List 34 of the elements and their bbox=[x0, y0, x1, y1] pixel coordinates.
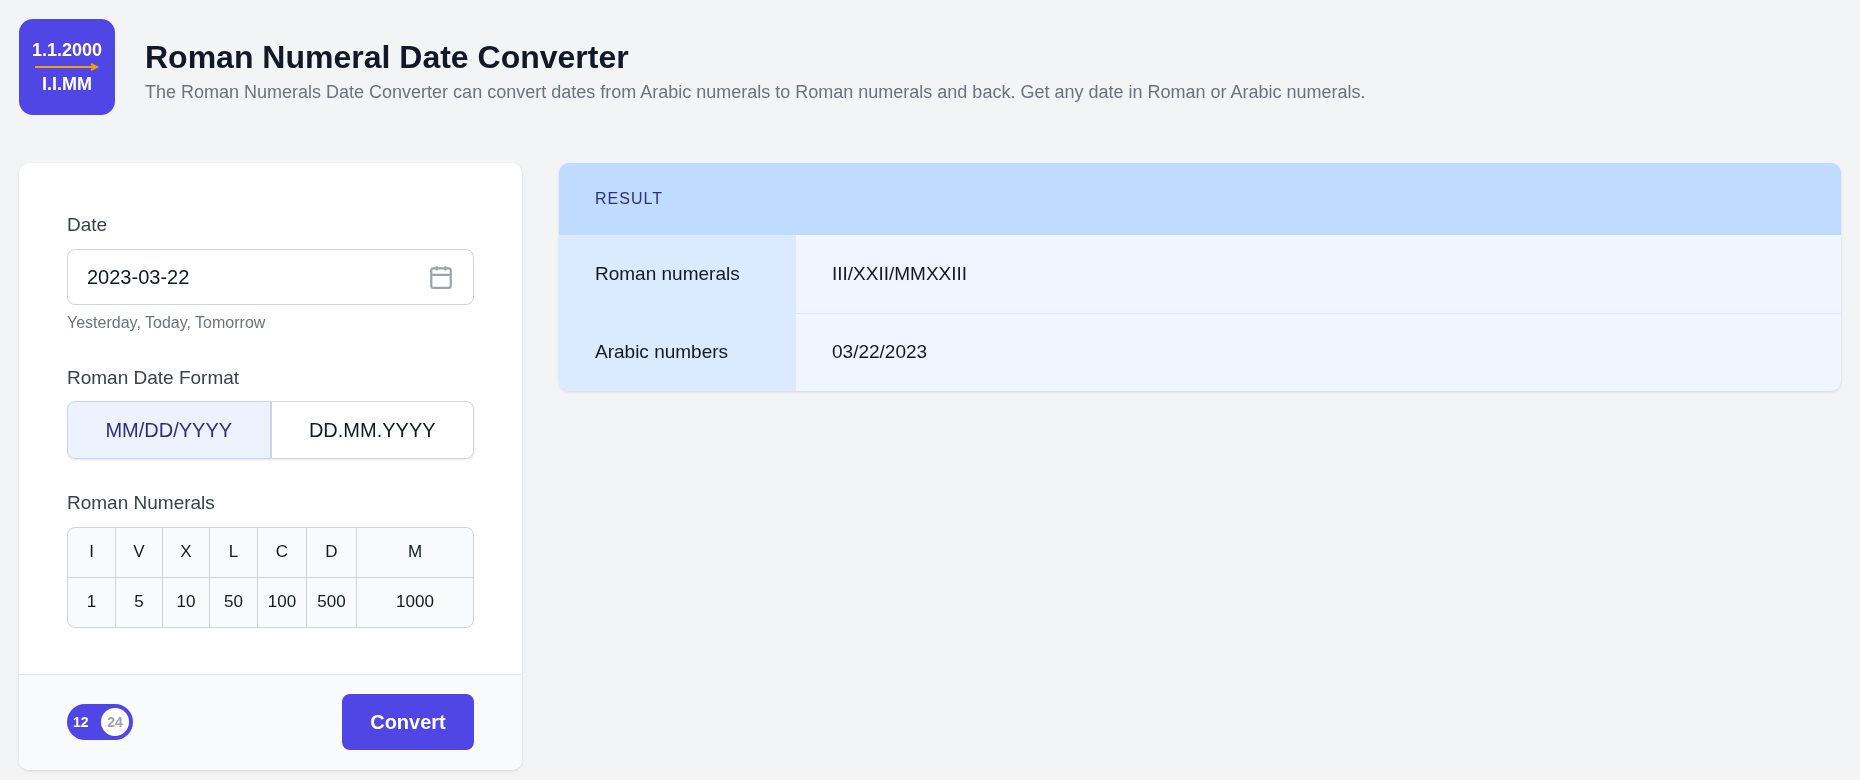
table-cell: 50 bbox=[209, 577, 257, 627]
calendar-icon[interactable] bbox=[428, 263, 454, 290]
table-cell: 500 bbox=[306, 577, 356, 627]
result-value: III/XXII/MMXXIII bbox=[831, 261, 969, 286]
result-title: RESULT bbox=[595, 189, 663, 209]
table-cell: X bbox=[162, 527, 209, 577]
table-cell: 100 bbox=[257, 577, 306, 627]
table-cell: 10 bbox=[162, 577, 209, 627]
table-cell: C bbox=[257, 527, 306, 577]
field-label: Date bbox=[67, 213, 109, 237]
format-option[interactable]: DD.MM.YYYY bbox=[270, 401, 474, 459]
date-field[interactable]: 2023-03-22 bbox=[67, 248, 474, 305]
convert-button[interactable]: Convert bbox=[342, 694, 474, 750]
arrow-icon bbox=[33, 63, 101, 71]
logo-text: I.I.MM bbox=[42, 75, 92, 93]
table-cell: 1000 bbox=[356, 577, 473, 627]
table-cell: L bbox=[209, 527, 257, 577]
table-cell: 5 bbox=[115, 577, 162, 627]
result-value: 03/22/2023 bbox=[831, 340, 929, 365]
page-description: The Roman Numerals Date Converter can convert dates from Arabic numerals to Roman numerals and back. Get any date in Roman or Arabic numerals. bbox=[145, 81, 1366, 104]
date-shortcuts: Yesterday, Today, Tomorrow bbox=[67, 312, 267, 333]
logo-text: 1.1.2000 bbox=[31, 41, 103, 59]
page-title: Roman Numeral Date Converter bbox=[145, 38, 630, 77]
table-cell: V bbox=[115, 527, 162, 577]
field-label: Roman Numerals bbox=[67, 491, 216, 515]
field-label: Roman Date Format bbox=[67, 365, 241, 390]
format-option[interactable]: MM/DD/YYYY bbox=[67, 401, 271, 459]
hour-format-toggle[interactable]: 12 24 bbox=[67, 704, 133, 740]
table-cell-text: I bbox=[88, 541, 95, 564]
table-cell: D bbox=[306, 527, 356, 577]
result-label: Roman numerals bbox=[559, 235, 796, 313]
result-label: Arabic numbers bbox=[559, 314, 796, 391]
table-cell-text: 1 bbox=[85, 591, 98, 614]
table-cell: M bbox=[356, 527, 473, 577]
